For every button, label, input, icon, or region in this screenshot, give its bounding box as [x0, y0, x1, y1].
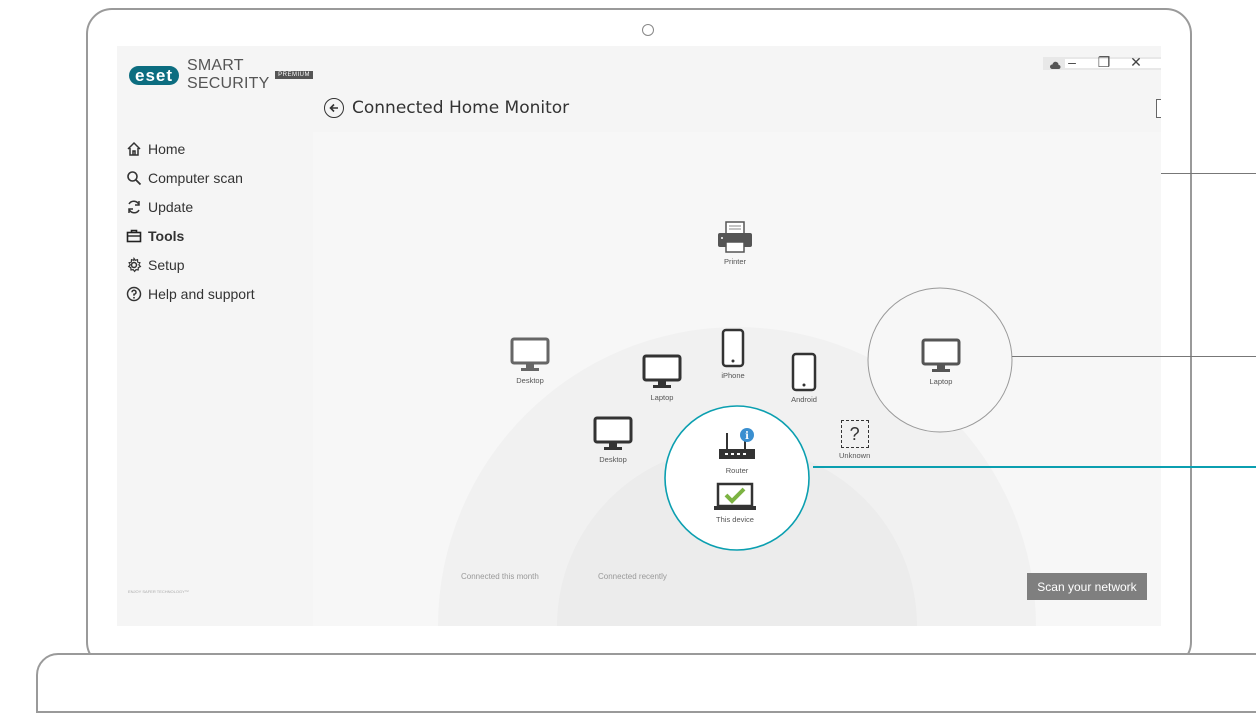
- device-laptop-outer[interactable]: Laptop: [921, 338, 961, 386]
- desktop-icon: [510, 337, 550, 371]
- device-laptop-inner[interactable]: Laptop: [642, 354, 682, 402]
- sidebar-item-label: Update: [148, 198, 194, 215]
- home-icon: [124, 139, 144, 159]
- footer-tagline: ENJOY SAFER TECHNOLOGY™: [128, 589, 189, 594]
- product-name: SMART SECURITY: [187, 57, 270, 92]
- callout-line-laptop: [1012, 356, 1256, 357]
- printer-icon: [718, 221, 752, 253]
- network-map: Printer Desktop Laptop iPhone Laptop And…: [313, 132, 1161, 626]
- briefcase-icon: [124, 226, 144, 246]
- legend-connected-month: Connected this month: [461, 572, 539, 581]
- smartphone-icon: [791, 352, 817, 392]
- app-logo: eset SMART SECURITY PREMIUM: [129, 57, 313, 93]
- device-this-device[interactable]: This device: [713, 482, 757, 524]
- back-button[interactable]: [324, 98, 344, 118]
- device-printer[interactable]: Printer: [715, 220, 755, 266]
- title-row: Connected Home Monitor: [324, 98, 569, 118]
- sidebar-item-tools[interactable]: Tools: [124, 221, 255, 250]
- header: – ❐ ✕ Connected Home Monitor ⌄ ?: [313, 46, 1161, 132]
- device-label: iPhone: [721, 371, 745, 380]
- device-router[interactable]: i Router: [715, 427, 759, 475]
- gear-icon: [124, 255, 144, 275]
- laptop-icon: [921, 338, 961, 372]
- device-android[interactable]: Android: [791, 352, 817, 404]
- search-icon: [124, 168, 144, 188]
- cloud-icon: [1049, 58, 1061, 76]
- arrow-left-icon: [329, 103, 338, 113]
- sidebar-item-label: Home: [148, 140, 186, 157]
- device-desktop-inner[interactable]: Desktop: [593, 416, 633, 464]
- window-controls: – ❐ ✕: [1065, 54, 1143, 71]
- device-label: Router: [725, 466, 749, 475]
- premium-badge: PREMIUM: [275, 71, 313, 79]
- sidebar-item-setup[interactable]: Setup: [124, 250, 255, 279]
- sidebar: eset SMART SECURITY PREMIUM Home Compute…: [117, 46, 313, 626]
- device-label: Unknown: [839, 451, 871, 460]
- device-filter-dropdown[interactable]: ⌄: [1156, 99, 1161, 118]
- eset-logo: eset: [129, 65, 180, 85]
- sidebar-item-label: Tools: [148, 227, 185, 244]
- main-nav: Home Computer scan Update Tools Setup He…: [124, 134, 255, 308]
- help-icon: [124, 284, 144, 304]
- sidebar-item-computer-scan[interactable]: Computer scan: [124, 163, 255, 192]
- minimize-button[interactable]: –: [1065, 54, 1079, 71]
- callout-line-this-device: [813, 466, 1256, 468]
- refresh-icon: [124, 197, 144, 217]
- webcam-icon: [642, 24, 654, 36]
- device-label: Laptop: [650, 393, 674, 402]
- device-label: Printer: [723, 257, 747, 266]
- close-button[interactable]: ✕: [1129, 54, 1143, 71]
- device-desktop-outer[interactable]: Desktop: [510, 337, 550, 385]
- svg-text:i: i: [745, 431, 749, 442]
- desktop-icon: [593, 416, 633, 450]
- router-icon: i: [719, 428, 755, 459]
- unknown-device-icon: ?: [840, 420, 869, 448]
- device-unknown[interactable]: ? Unknown: [839, 420, 870, 460]
- legend-connected-recently: Connected recently: [598, 572, 667, 581]
- restore-button[interactable]: ❐: [1097, 54, 1111, 71]
- device-label: Desktop: [599, 455, 627, 464]
- laptop-base: [36, 653, 1256, 713]
- device-label: Android: [791, 395, 817, 404]
- sidebar-item-help[interactable]: Help and support: [124, 279, 255, 308]
- device-label: This device: [716, 515, 754, 524]
- callout-line-window: [1161, 173, 1256, 174]
- laptop-icon: [642, 354, 682, 388]
- sidebar-item-label: Help and support: [148, 285, 255, 302]
- app-window: eset SMART SECURITY PREMIUM Home Compute…: [117, 46, 1161, 626]
- smartphone-icon: [721, 328, 745, 368]
- sidebar-item-home[interactable]: Home: [124, 134, 255, 163]
- sidebar-item-label: Computer scan: [148, 169, 243, 186]
- page-title: Connected Home Monitor: [352, 98, 570, 118]
- sidebar-item-label: Setup: [148, 256, 185, 273]
- device-label: Desktop: [516, 376, 544, 385]
- device-label: Laptop: [929, 377, 953, 386]
- laptop-check-icon: [714, 482, 756, 510]
- sidebar-item-update[interactable]: Update: [124, 192, 255, 221]
- device-iphone[interactable]: iPhone: [721, 328, 745, 380]
- scan-network-button[interactable]: Scan your network: [1027, 573, 1147, 600]
